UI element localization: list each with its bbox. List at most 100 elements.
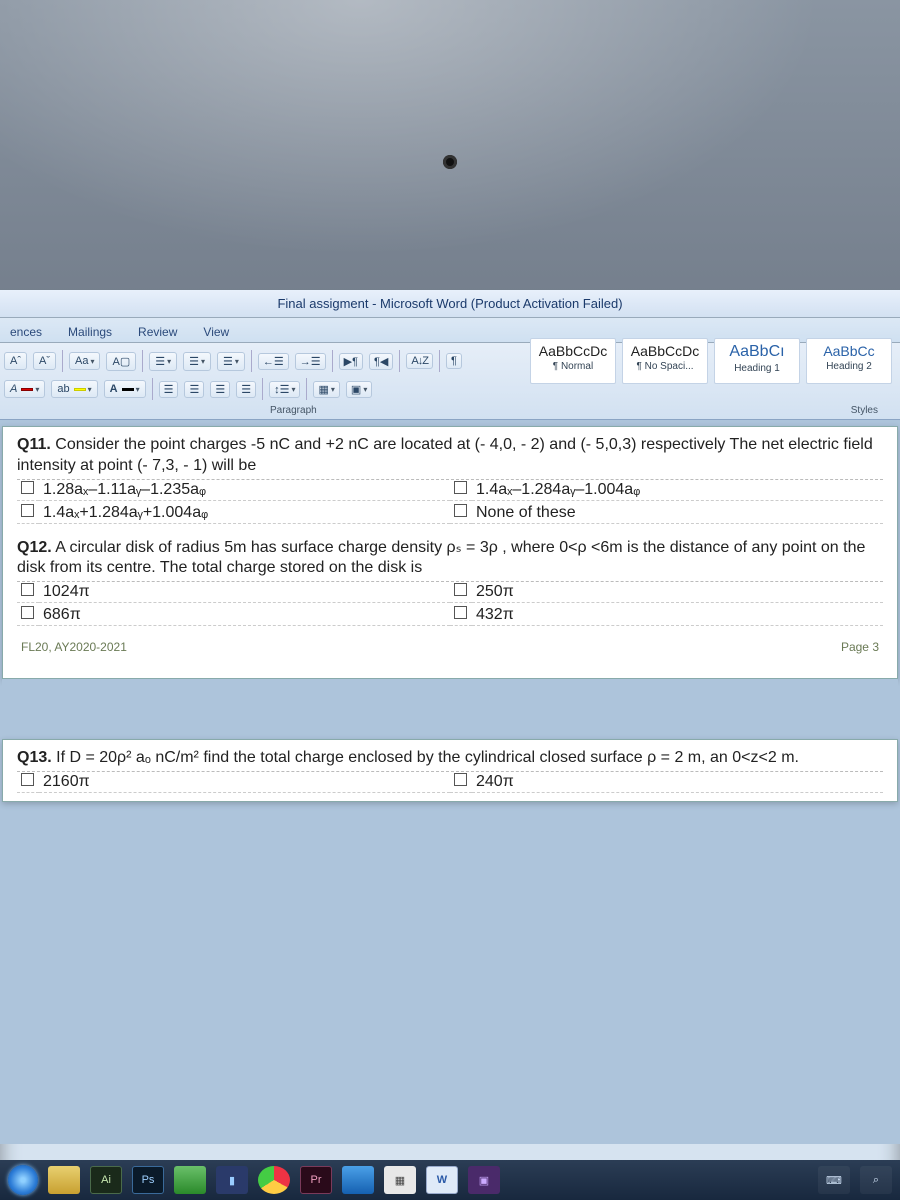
checkbox-icon[interactable] — [21, 504, 34, 517]
tab-mailings[interactable]: Mailings — [64, 322, 116, 342]
q13-opt-b: 240π — [472, 772, 883, 793]
q13-options: 2160π 240π — [17, 771, 883, 793]
rtl-button[interactable]: ¶◀ — [369, 353, 393, 370]
style-normal[interactable]: AaBbCcDc ¶ Normal — [530, 338, 616, 384]
laptop-camera — [443, 155, 457, 169]
shrink-font-button[interactable]: Aˇ — [33, 352, 56, 370]
divider — [332, 350, 333, 372]
page-3: Q11. Consider the point charges -5 nC an… — [2, 426, 898, 679]
change-case-button[interactable]: Aa▾ — [69, 352, 100, 370]
taskbar-word[interactable]: W — [426, 1166, 458, 1194]
q13-opt-a: 2160π — [39, 772, 450, 793]
font-color2-button[interactable]: A▾ — [104, 380, 146, 398]
taskbar-premiere[interactable]: Pr — [300, 1166, 332, 1194]
taskbar-explorer[interactable] — [48, 1166, 80, 1194]
taskbar-chrome[interactable] — [258, 1166, 290, 1194]
divider — [142, 350, 143, 372]
q12-body: A circular disk of radius 5m has surface… — [17, 539, 865, 577]
taskbar-media[interactable]: ▣ — [468, 1166, 500, 1194]
q12-title: Q12. — [17, 539, 52, 556]
align-left-button[interactable]: ☰ — [159, 381, 179, 398]
style-name: Heading 2 — [807, 361, 891, 372]
shading-button[interactable]: ▦▾ — [313, 381, 339, 398]
style-sample: AaBbCı — [715, 343, 799, 361]
tab-review[interactable]: Review — [134, 322, 181, 342]
q13-title: Q13. — [17, 749, 52, 766]
taskbar-utorrent[interactable] — [174, 1166, 206, 1194]
taskbar-illustrator[interactable]: Ai — [90, 1166, 122, 1194]
font-color-button[interactable]: A▾ — [4, 380, 45, 398]
line-spacing-button[interactable]: ↕☰▾ — [269, 381, 300, 398]
taskbar-edge[interactable] — [342, 1166, 374, 1194]
checkbox-icon[interactable] — [21, 583, 34, 596]
highlight-button[interactable]: ab▾ — [51, 380, 97, 398]
q12-opt-b: 250π — [472, 582, 883, 603]
taskbar-search-icon[interactable]: ⌕ — [860, 1166, 892, 1194]
page-gap — [2, 679, 898, 739]
taskbar-calc[interactable]: ▦ — [384, 1166, 416, 1194]
tab-view[interactable]: View — [199, 322, 233, 342]
start-button[interactable] — [8, 1165, 38, 1195]
checkbox-icon[interactable] — [454, 606, 467, 619]
q13-body: If D = 20ρ² aₒ nC/m² find the total char… — [52, 749, 799, 766]
q12-options: 1024π 250π 686π 432π — [17, 581, 883, 626]
borders-button[interactable]: ▣▾ — [346, 381, 372, 398]
q11-options: 1.28aₓ–1.11aᵧ–1.235aᵩ 1.4aₓ–1.284aᵧ–1.00… — [17, 479, 883, 524]
divider — [399, 350, 400, 372]
taskbar-keyboard-icon[interactable]: ⌨ — [818, 1166, 850, 1194]
bullets-button[interactable]: ☰▾ — [149, 352, 177, 371]
q12-opt-c: 686π — [39, 605, 450, 626]
q11-opt-b: 1.4aₓ–1.284aᵧ–1.004aᵩ — [472, 480, 883, 501]
footer-left: FL20, AY2020-2021 — [21, 640, 127, 654]
q13: Q13. If D = 20ρ² aₒ nC/m² find the total… — [17, 748, 883, 769]
checkbox-icon[interactable] — [454, 773, 467, 786]
decrease-indent-button[interactable]: ←☰ — [258, 353, 289, 370]
ribbon: Aˆ Aˇ Aa▾ A▢ ☰▾ ☰▾ ☰▾ ←☰ →☰ ▶¶ ¶◀ A↓Z ¶ — [0, 343, 900, 420]
style-no-spacing[interactable]: AaBbCcDc ¶ No Spaci... — [622, 338, 708, 384]
style-heading2[interactable]: AaBbCc Heading 2 — [806, 338, 892, 384]
grow-font-button[interactable]: Aˆ — [4, 352, 27, 370]
group-label-styles: Styles — [851, 405, 878, 416]
style-heading1[interactable]: AaBbCı Heading 1 — [714, 338, 800, 384]
style-name: ¶ Normal — [531, 361, 615, 372]
divider — [306, 378, 307, 400]
q11-body: Consider the point charges -5 nC and +2 … — [17, 436, 873, 474]
page-4: Q13. If D = 20ρ² aₒ nC/m² find the total… — [2, 739, 898, 802]
q11-opt-a: 1.28aₓ–1.11aᵧ–1.235aᵩ — [39, 480, 450, 501]
checkbox-icon[interactable] — [21, 606, 34, 619]
clear-format-button[interactable]: A▢ — [106, 352, 136, 371]
footer-right: Page 3 — [841, 640, 879, 654]
align-right-button[interactable]: ☰ — [210, 381, 230, 398]
q12-opt-d: 432π — [472, 605, 883, 626]
taskbar-app[interactable]: ▮ — [216, 1166, 248, 1194]
checkbox-icon[interactable] — [21, 773, 34, 786]
q12: Q12. A circular disk of radius 5m has su… — [17, 538, 883, 580]
checkbox-icon[interactable] — [454, 481, 467, 494]
screen: Final assigment - Microsoft Word (Produc… — [0, 290, 900, 1200]
ltr-button[interactable]: ▶¶ — [339, 353, 363, 370]
q12-opt-a: 1024π — [39, 582, 450, 603]
checkbox-icon[interactable] — [454, 504, 467, 517]
divider — [251, 350, 252, 372]
taskbar-photoshop[interactable]: Ps — [132, 1166, 164, 1194]
style-sample: AaBbCc — [807, 343, 891, 359]
group-label-paragraph: Paragraph — [270, 405, 317, 416]
q11-opt-c: 1.4aₓ+1.284aᵧ+1.004aᵩ — [39, 503, 450, 524]
q11: Q11. Consider the point charges -5 nC an… — [17, 435, 883, 477]
multilevel-button[interactable]: ☰▾ — [217, 352, 245, 371]
numbering-button[interactable]: ☰▾ — [183, 352, 211, 371]
q11-title: Q11. — [17, 436, 51, 453]
increase-indent-button[interactable]: →☰ — [295, 353, 326, 370]
divider — [152, 378, 153, 400]
style-sample: AaBbCcDc — [623, 343, 707, 359]
style-name: Heading 1 — [715, 363, 799, 374]
show-marks-button[interactable]: ¶ — [446, 353, 462, 369]
checkbox-icon[interactable] — [21, 481, 34, 494]
align-justify-button[interactable]: ☰ — [236, 381, 256, 398]
document-area[interactable]: Q11. Consider the point charges -5 nC an… — [0, 420, 900, 1144]
checkbox-icon[interactable] — [454, 583, 467, 596]
sort-button[interactable]: A↓Z — [406, 353, 433, 369]
tab-references[interactable]: ences — [6, 322, 46, 342]
align-center-button[interactable]: ☰ — [184, 381, 204, 398]
taskbar: Ai Ps ▮ Pr ▦ W ▣ ⌨ ⌕ — [0, 1160, 900, 1200]
